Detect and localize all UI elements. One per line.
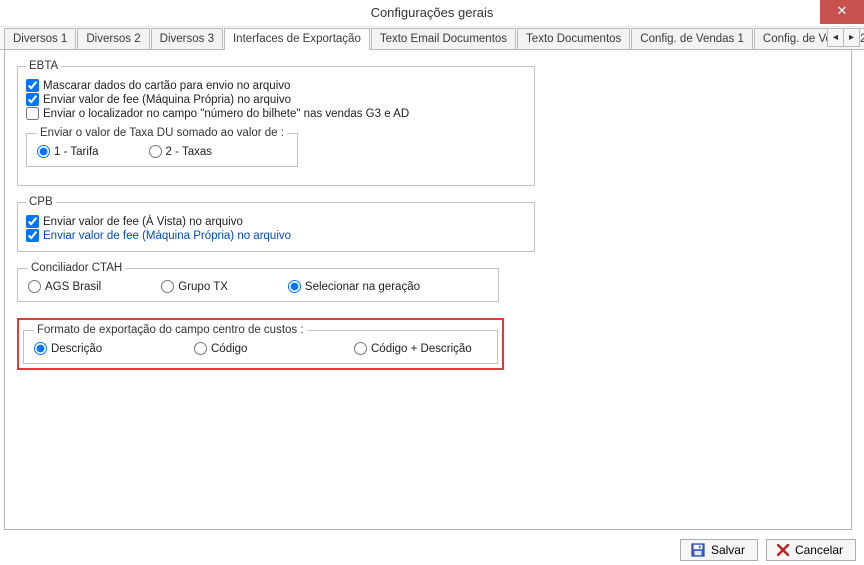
- chk-cpb-fee-avista-label: Enviar valor de fee (À Vista) no arquivo: [43, 216, 243, 228]
- radio-formato-codigo-desc-label: Código + Descrição: [371, 343, 472, 355]
- radio-conc-geracao-label: Selecionar na geração: [305, 281, 420, 293]
- group-formato-legend: Formato de exportação do campo centro de…: [34, 324, 307, 336]
- group-formato: Formato de exportação do campo centro de…: [23, 324, 498, 364]
- radio-conc-ags-wrap[interactable]: AGS Brasil: [28, 280, 101, 293]
- tab-config-vendas-1[interactable]: Config. de Vendas 1: [631, 28, 753, 49]
- chk-ebta-localizador-label: Enviar o localizador no campo "número do…: [43, 108, 409, 120]
- radio-ebta-taxas-label: 2 - Taxas: [166, 146, 212, 158]
- radio-ebta-tarifa-wrap[interactable]: 1 - Tarifa: [37, 145, 99, 158]
- chk-ebta-mascarar-label: Mascarar dados do cartão para envio no a…: [43, 80, 290, 92]
- tab-interfaces-exportacao[interactable]: Interfaces de Exportação: [224, 28, 370, 50]
- radio-conc-geracao-wrap[interactable]: Selecionar na geração: [288, 280, 420, 293]
- radio-conc-grupo-tx[interactable]: [161, 280, 174, 293]
- tab-scroll-right[interactable]: ▸: [843, 28, 860, 47]
- radio-ebta-taxas-wrap[interactable]: 2 - Taxas: [149, 145, 212, 158]
- radio-conc-grupo-tx-label: Grupo TX: [178, 281, 228, 293]
- group-conciliador: Conciliador CTAH AGS Brasil Grupo TX Sel…: [17, 262, 499, 302]
- radio-formato-descricao[interactable]: [34, 342, 47, 355]
- tab-diversos-2[interactable]: Diversos 2: [77, 28, 149, 49]
- tab-texto-email-documentos[interactable]: Texto Email Documentos: [371, 28, 516, 49]
- cancel-icon: [777, 544, 789, 556]
- radio-ebta-tarifa[interactable]: [37, 145, 50, 158]
- button-bar: Salvar Cancelar: [680, 539, 856, 561]
- group-cpb: CPB Enviar valor de fee (À Vista) no arq…: [17, 196, 535, 252]
- tab-strip: Diversos 1 Diversos 2 Diversos 3 Interfa…: [0, 27, 864, 50]
- save-button-label: Salvar: [711, 542, 745, 558]
- tab-scroll-left[interactable]: ◂: [827, 28, 844, 47]
- chk-ebta-fee-maquina[interactable]: [26, 93, 39, 106]
- radio-ebta-tarifa-label: 1 - Tarifa: [54, 146, 99, 158]
- group-ebta-taxa-du-legend: Enviar o valor de Taxa DU somado ao valo…: [37, 127, 287, 139]
- chk-cpb-fee-maquina[interactable]: [26, 229, 39, 242]
- highlight-formato: Formato de exportação do campo centro de…: [17, 318, 504, 370]
- tab-texto-documentos[interactable]: Texto Documentos: [517, 28, 630, 49]
- tab-content: EBTA Mascarar dados do cartão para envio…: [4, 50, 852, 530]
- cancel-button[interactable]: Cancelar: [766, 539, 856, 561]
- chk-cpb-fee-maquina-label: Enviar valor de fee (Máquina Própria) no…: [43, 230, 291, 242]
- tab-diversos-3[interactable]: Diversos 3: [151, 28, 223, 49]
- radio-formato-codigo[interactable]: [194, 342, 207, 355]
- radio-conc-grupo-tx-wrap[interactable]: Grupo TX: [161, 280, 228, 293]
- group-conciliador-legend: Conciliador CTAH: [28, 262, 125, 274]
- radio-formato-codigo-wrap[interactable]: Código: [194, 342, 294, 355]
- group-ebta-taxa-du: Enviar o valor de Taxa DU somado ao valo…: [26, 127, 298, 167]
- chk-ebta-fee-maquina-label: Enviar valor de fee (Máquina Própria) no…: [43, 94, 291, 106]
- radio-conc-ags[interactable]: [28, 280, 41, 293]
- chk-cpb-fee-avista[interactable]: [26, 215, 39, 228]
- group-ebta: EBTA Mascarar dados do cartão para envio…: [17, 60, 535, 186]
- chevron-right-icon: ▸: [849, 32, 854, 43]
- save-button[interactable]: Salvar: [680, 539, 758, 561]
- chk-ebta-localizador[interactable]: [26, 107, 39, 120]
- radio-ebta-taxas[interactable]: [149, 145, 162, 158]
- radio-formato-descricao-wrap[interactable]: Descrição: [34, 342, 134, 355]
- chk-ebta-mascarar[interactable]: [26, 79, 39, 92]
- radio-formato-descricao-label: Descrição: [51, 343, 102, 355]
- tab-diversos-1[interactable]: Diversos 1: [4, 28, 76, 49]
- radio-formato-codigo-desc-wrap[interactable]: Código + Descrição: [354, 342, 472, 355]
- radio-formato-codigo-label: Código: [211, 343, 247, 355]
- radio-conc-ags-label: AGS Brasil: [45, 281, 101, 293]
- cancel-button-label: Cancelar: [795, 542, 843, 558]
- group-cpb-legend: CPB: [26, 196, 56, 208]
- save-icon: [691, 543, 705, 557]
- chevron-left-icon: ◂: [833, 32, 838, 43]
- group-ebta-legend: EBTA: [26, 60, 61, 72]
- title-bar: Configurações gerais ✕: [0, 0, 864, 27]
- window-title: Configurações gerais: [371, 5, 494, 20]
- close-button[interactable]: ✕: [820, 0, 864, 24]
- close-icon: ✕: [837, 3, 848, 18]
- radio-conc-geracao[interactable]: [288, 280, 301, 293]
- radio-formato-codigo-desc[interactable]: [354, 342, 367, 355]
